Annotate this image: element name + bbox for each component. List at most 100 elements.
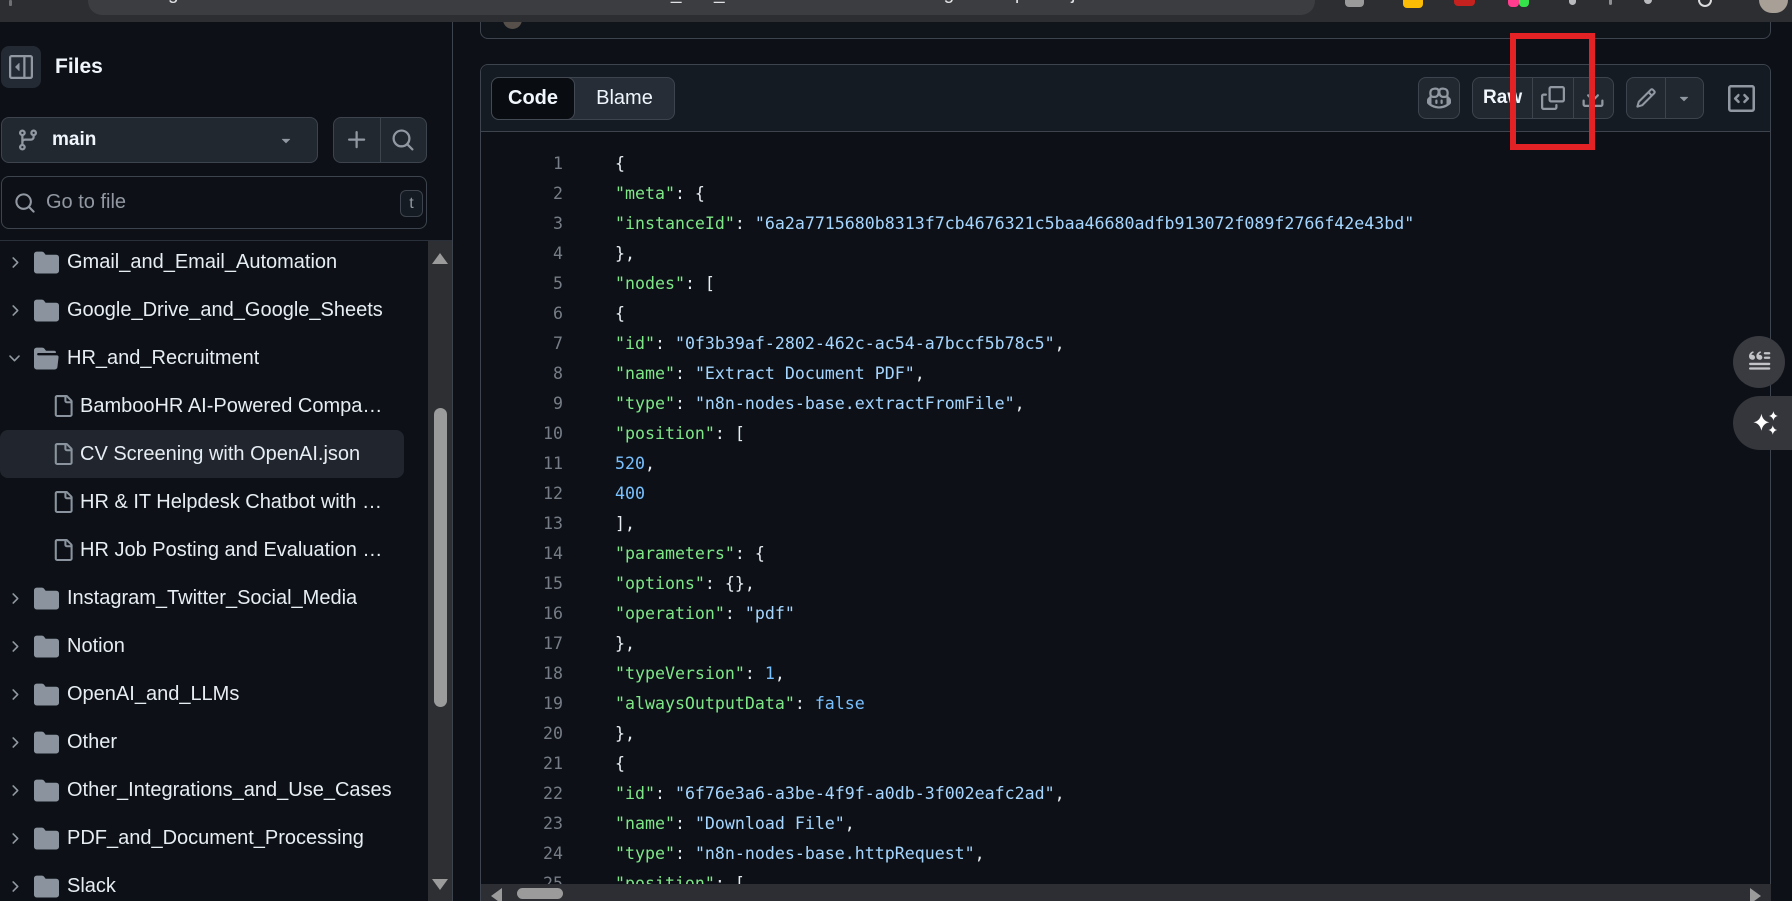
- code-line-text: "typeVersion": 1,: [615, 659, 785, 689]
- extension-icon[interactable]: [1609, 0, 1612, 5]
- code-line-text: "type": "n8n-nodes-base.httpRequest",: [615, 839, 985, 869]
- chevron-right-icon: [6, 686, 23, 703]
- back-icon[interactable]: [9, 0, 12, 6]
- line-number[interactable]: 24: [481, 839, 563, 869]
- code-line-text: "type": "n8n-nodes-base.extractFromFile"…: [615, 389, 1025, 419]
- code-horizontal-scrollbar[interactable]: [481, 884, 1771, 901]
- files-heading: Files: [55, 55, 103, 79]
- tree-item-gmail-and-email-automation[interactable]: Gmail_and_Email_Automation: [0, 238, 404, 286]
- tree-item-google-drive-and-google-sheets[interactable]: Google_Drive_and_Google_Sheets: [0, 286, 404, 334]
- file-icon: [52, 539, 74, 561]
- extension-icon[interactable]: [1519, 0, 1529, 7]
- tab-code[interactable]: Code: [491, 77, 575, 120]
- tree-item-hr-and-recruitment[interactable]: HR_and_Recruitment: [0, 334, 404, 382]
- browser-profile-avatar[interactable]: [1759, 0, 1788, 13]
- extension-icon[interactable]: [1698, 0, 1712, 7]
- go-to-file-input[interactable]: Go to file t: [1, 176, 427, 229]
- chevron-right-icon: [6, 830, 23, 847]
- code-horizontal-scrollbar-thumb[interactable]: [517, 888, 563, 899]
- line-number[interactable]: 4: [481, 239, 563, 269]
- url-bar[interactable]: github.com/Zie619/n8n-workflows/blob/mai…: [88, 0, 1315, 15]
- tree-item-openai-and-llms[interactable]: OpenAI_and_LLMs: [0, 670, 404, 718]
- extension-icon[interactable]: [1569, 0, 1576, 5]
- tree-item-label: Other: [67, 731, 117, 754]
- line-number[interactable]: 17: [481, 629, 563, 659]
- pencil-icon: [1635, 87, 1657, 109]
- scroll-up-arrow[interactable]: [432, 253, 448, 264]
- tree-item-pdf-and-document-processing[interactable]: PDF_and_Document_Processing: [0, 814, 404, 862]
- tree-item-cv-screening-with-openai-json[interactable]: CV Screening with OpenAI.json: [0, 430, 404, 478]
- line-number[interactable]: 16: [481, 599, 563, 629]
- sparkles-icon: [1747, 405, 1783, 441]
- line-number[interactable]: 1: [481, 149, 563, 179]
- tree-item-slack[interactable]: Slack: [0, 862, 404, 901]
- sidebar-scrollbar-thumb[interactable]: [434, 408, 447, 707]
- line-number[interactable]: 11: [481, 449, 563, 479]
- plus-icon: [345, 128, 369, 152]
- tree-item-hr-job-posting-and-evaluation[interactable]: HR Job Posting and Evaluation …: [0, 526, 404, 574]
- sidebar-scrollbar[interactable]: [428, 241, 452, 901]
- code-line-text: {: [615, 749, 625, 779]
- line-number[interactable]: 10: [481, 419, 563, 449]
- tree-item-other-integrations-and-use-cases[interactable]: Other_Integrations_and_Use_Cases: [0, 766, 404, 814]
- code-line-text: "options": {},: [615, 569, 755, 599]
- tree-item-hr-it-helpdesk-chatbot-with[interactable]: HR & IT Helpdesk Chatbot with …: [0, 478, 404, 526]
- summarize-extension-button[interactable]: [1733, 336, 1785, 388]
- code-line-text: ],: [615, 509, 635, 539]
- folder-icon: [34, 826, 59, 851]
- symbols-button[interactable]: [1723, 82, 1759, 114]
- line-number[interactable]: 7: [481, 329, 563, 359]
- line-number[interactable]: 6: [481, 299, 563, 329]
- scroll-right-arrow[interactable]: [1750, 888, 1761, 901]
- tree-item-notion[interactable]: Notion: [0, 622, 404, 670]
- scroll-down-arrow[interactable]: [432, 879, 448, 890]
- extension-icon[interactable]: [1403, 0, 1423, 8]
- line-number[interactable]: 8: [481, 359, 563, 389]
- tree-item-instagram-twitter-social-media[interactable]: Instagram_Twitter_Social_Media: [0, 574, 404, 622]
- line-number[interactable]: 13: [481, 509, 563, 539]
- ai-assistant-extension-button[interactable]: [1733, 396, 1792, 450]
- search-icon: [391, 128, 415, 152]
- line-number[interactable]: 15: [481, 569, 563, 599]
- line-number[interactable]: 3: [481, 209, 563, 239]
- tree-item-other[interactable]: Other: [0, 718, 404, 766]
- line-number[interactable]: 18: [481, 659, 563, 689]
- branch-selector[interactable]: main: [1, 117, 318, 163]
- folder-icon: [34, 346, 59, 371]
- extension-icon[interactable]: [1508, 0, 1519, 7]
- tree-item-label: HR_and_Recruitment: [67, 347, 259, 370]
- extension-icon[interactable]: [1345, 0, 1364, 7]
- annotation-highlight-rectangle: [1510, 33, 1595, 150]
- line-number[interactable]: 21: [481, 749, 563, 779]
- line-number[interactable]: 23: [481, 809, 563, 839]
- copilot-icon: [1427, 86, 1451, 110]
- file-icon: [52, 491, 74, 513]
- new-file-button[interactable]: [334, 118, 380, 162]
- extension-icon[interactable]: [1454, 0, 1475, 6]
- scroll-left-arrow[interactable]: [491, 888, 502, 901]
- code-line-text: {: [615, 149, 625, 179]
- line-number[interactable]: 22: [481, 779, 563, 809]
- line-number[interactable]: 9: [481, 389, 563, 419]
- code-line-text: 520,: [615, 449, 655, 479]
- line-number[interactable]: 19: [481, 689, 563, 719]
- tree-item-bamboohr-ai-powered-compa[interactable]: BambooHR AI-Powered Compa…: [0, 382, 404, 430]
- line-number[interactable]: 5: [481, 269, 563, 299]
- tab-blame[interactable]: Blame: [575, 78, 674, 119]
- line-number[interactable]: 2: [481, 179, 563, 209]
- line-number[interactable]: 14: [481, 539, 563, 569]
- folder-icon: [34, 874, 59, 899]
- code-line-text: 400: [615, 479, 645, 509]
- line-number[interactable]: 20: [481, 719, 563, 749]
- quote-lines-icon: [1743, 346, 1775, 378]
- copilot-button[interactable]: [1418, 77, 1460, 119]
- file-icon: [52, 443, 74, 465]
- extension-icon[interactable]: [1644, 0, 1652, 4]
- code-line-text: "position": [: [615, 419, 745, 449]
- edit-dropdown-button[interactable]: [1665, 78, 1703, 118]
- edit-file-button[interactable]: [1627, 78, 1665, 118]
- collapse-sidebar-button[interactable]: [1, 46, 41, 88]
- search-tree-button[interactable]: [380, 118, 427, 162]
- line-number[interactable]: 12: [481, 479, 563, 509]
- code-line-text: "meta": {: [615, 179, 705, 209]
